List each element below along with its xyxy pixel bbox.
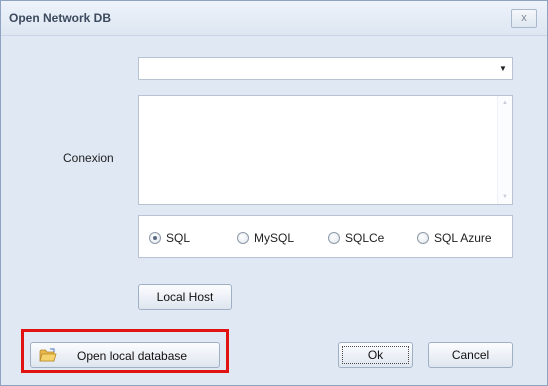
- scroll-up-icon[interactable]: ▲: [501, 99, 509, 107]
- connection-string-textarea[interactable]: ▲ ▼: [138, 95, 513, 205]
- local-host-button[interactable]: Local Host: [138, 284, 232, 310]
- dropdown-arrow-icon[interactable]: ▼: [498, 64, 508, 74]
- radio-mysql-label: MySQL: [254, 231, 295, 245]
- close-button[interactable]: x: [511, 9, 537, 28]
- title-bar[interactable]: Open Network DB x: [1, 1, 547, 36]
- local-host-button-label: Local Host: [156, 290, 214, 304]
- radio-sql-azure[interactable]: SQL Azure: [417, 230, 492, 246]
- connection-combo[interactable]: ▼: [138, 57, 513, 80]
- conexion-label: Conexion: [63, 151, 114, 165]
- window-title: Open Network DB: [9, 11, 112, 25]
- ok-button[interactable]: Ok: [338, 342, 413, 368]
- radio-sql-label: SQL: [166, 231, 191, 245]
- cancel-button-label: Cancel: [451, 348, 490, 362]
- radio-sqlce-label: SQLCe: [345, 231, 385, 245]
- close-icon: x: [521, 12, 527, 24]
- cancel-button[interactable]: Cancel: [428, 342, 513, 368]
- radio-unchecked-icon[interactable]: [417, 232, 429, 244]
- highlight-annotation-box: [21, 329, 229, 373]
- radio-checked-icon[interactable]: [149, 232, 161, 244]
- open-network-db-dialog: Open Network DB x ▼ Conexion ▲ ▼ SQL MyS…: [0, 0, 548, 386]
- focus-ring: [342, 346, 409, 364]
- memo-scrollbar[interactable]: ▲ ▼: [497, 96, 512, 204]
- radio-sqlce[interactable]: SQLCe: [328, 230, 384, 246]
- radio-mysql[interactable]: MySQL: [237, 230, 294, 246]
- scroll-down-icon[interactable]: ▼: [501, 193, 509, 201]
- db-type-radio-group: SQL MySQL SQLCe SQL Azure: [138, 215, 513, 258]
- radio-unchecked-icon[interactable]: [328, 232, 340, 244]
- radio-sql[interactable]: SQL: [149, 230, 190, 246]
- radio-sql-azure-label: SQL Azure: [434, 231, 492, 245]
- radio-unchecked-icon[interactable]: [237, 232, 249, 244]
